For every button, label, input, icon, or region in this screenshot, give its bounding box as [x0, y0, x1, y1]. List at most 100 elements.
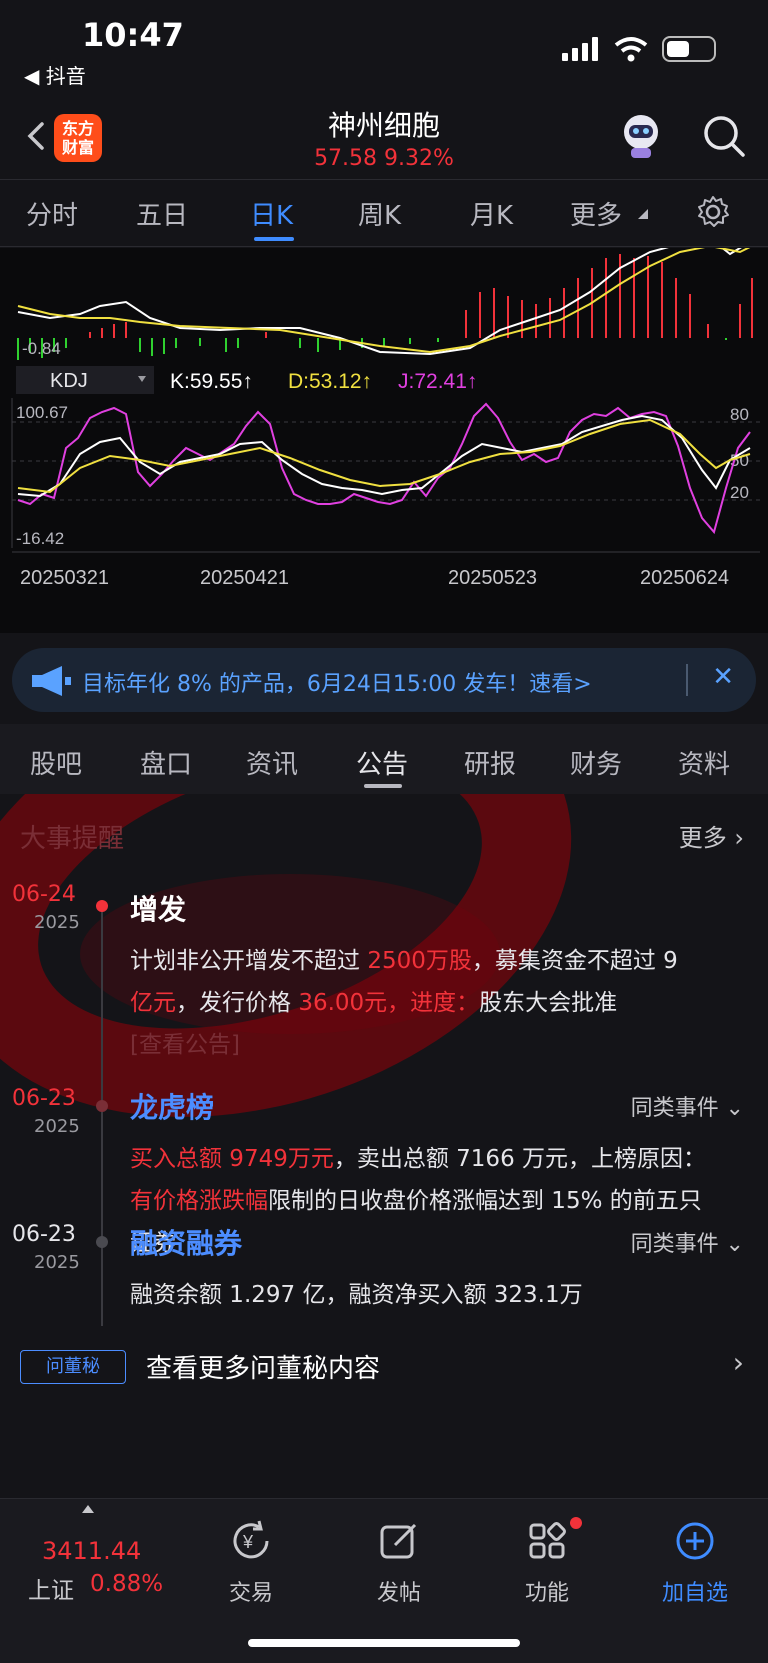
event-description: 融资余额 1.297 亿，融资净买入额 323.1万	[130, 1282, 583, 1308]
text-segment: ，募集资金不超过 9	[471, 948, 678, 974]
kdj-chart-svg: -0.84 KDJ K:59.55↑ D:53.12↑ J:72.41↑ 100…	[11, 236, 760, 589]
add-watchlist-button[interactable]: 加自选	[640, 1519, 750, 1607]
more-events-link[interactable]: 更多 ›	[679, 818, 744, 853]
tab-finance[interactable]: 财务	[570, 744, 622, 781]
banner-separator	[686, 664, 688, 696]
trade-button[interactable]: ¥ 交易	[196, 1519, 306, 1607]
functions-button[interactable]: 功能	[492, 1519, 602, 1607]
event-year: 2025	[34, 912, 80, 933]
notification-dot	[570, 1517, 582, 1529]
similar-events-link[interactable]: 同类事件 ⌄	[631, 1090, 744, 1122]
more-dropdown-icon	[638, 209, 648, 219]
event-year: 2025	[34, 1116, 80, 1137]
tab-monthly-k[interactable]: 月K	[470, 195, 513, 232]
date-label-1: 20250421	[200, 567, 289, 589]
edit-icon	[380, 1523, 417, 1559]
kline-tabs: 分时 五日 日K 周K 月K 更多	[0, 181, 768, 247]
post-label: 发帖	[376, 1581, 421, 1606]
tab-weekly-k[interactable]: 周K	[358, 195, 401, 232]
robot-assistant-icon[interactable]	[616, 110, 666, 160]
event-date: 06-24	[12, 882, 76, 907]
stock-header: 东方 财富 神州细胞 57.58 9.32%	[0, 100, 768, 180]
event-date: 06-23	[12, 1086, 76, 1111]
trade-label: 交易	[228, 1581, 273, 1606]
progress-value: 股东大会批准	[479, 990, 618, 1016]
index-value[interactable]: 3411.44	[42, 1537, 141, 1565]
highlight-buy: 买入总额 9749万元	[130, 1146, 334, 1172]
svg-text:¥: ¥	[242, 1532, 254, 1552]
status-bar: 10:47 ◀ 抖音	[0, 0, 768, 100]
tab-intraday[interactable]: 分时	[26, 195, 78, 232]
promo-banner[interactable]: 目标年化 8% 的产品，6月24日15:00 发车！速看> ✕	[12, 648, 756, 712]
similar-events-link[interactable]: 同类事件 ⌄	[631, 1226, 744, 1258]
up-arrow-icon	[82, 1505, 94, 1513]
tab-profile[interactable]: 资料	[678, 744, 730, 781]
kdj-d-value: D:53.12↑	[288, 370, 372, 393]
search-icon[interactable]	[700, 112, 748, 160]
level-20: 20	[730, 483, 749, 502]
timeline-dot	[96, 1236, 108, 1248]
date-label-2: 20250523	[448, 567, 537, 589]
event-description: 计划非公开增发不超过 2500万股，募集资金不超过 9 亿元，发行价格 36.0…	[130, 940, 740, 1066]
index-name[interactable]: 上证	[28, 1571, 74, 1605]
timeline-dot	[96, 900, 108, 912]
back-to-app-link[interactable]: ◀ 抖音	[24, 60, 86, 89]
tab-pankou[interactable]: 盘口	[140, 744, 192, 781]
text-segment: 限制的日收盘价格涨幅达到 15% 的前五只	[268, 1188, 702, 1214]
main-low-label: -0.84	[22, 339, 61, 358]
status-icons	[562, 36, 716, 62]
tab-research[interactable]: 研报	[464, 744, 516, 781]
section-active-indicator	[364, 784, 402, 788]
dongmi-badge: 问董秘	[20, 1350, 126, 1384]
text-segment: ，卖出总额 7166 万元，上榜原因：	[333, 1146, 707, 1172]
text-segment: ，发行价格	[176, 990, 299, 1016]
event-title: 融资融券	[130, 1227, 243, 1260]
tab-more[interactable]: 更多	[570, 195, 622, 232]
add-watchlist-label: 加自选	[661, 1581, 728, 1606]
add-circle-icon	[676, 1522, 714, 1560]
tab-guba[interactable]: 股吧	[30, 744, 82, 781]
banner-text[interactable]: 目标年化 8% 的产品，6月24日15:00 发车！速看>	[82, 666, 592, 698]
trade-icon: ¥	[233, 1520, 269, 1559]
highlight-reason: 有价格涨跌幅	[130, 1188, 268, 1214]
grid-icon	[529, 1522, 566, 1559]
highlight-shares: 2500万股	[367, 948, 472, 974]
tab-active-indicator	[254, 237, 294, 241]
section-tabs: 股吧 盘口 资讯 公告 研报 财务 资料	[0, 724, 768, 794]
kdj-k-value: K:59.55↑	[170, 370, 253, 393]
event-date: 06-23	[12, 1222, 76, 1247]
highlight-amount: 亿元	[130, 990, 176, 1016]
kdj-low-label: -16.42	[16, 529, 64, 548]
timeline-line	[101, 906, 103, 1326]
view-announcement-link[interactable]: [查看公告]	[130, 1032, 240, 1058]
post-button[interactable]: 发帖	[344, 1519, 454, 1607]
kdj-high-label: 100.67	[16, 403, 68, 422]
events-panel: 大事提醒 更多 › 06-24 2025 增发 计划非公开增发不超过 2500万…	[0, 794, 768, 1498]
wifi-icon	[614, 37, 648, 62]
text-segment: 计划非公开增发不超过	[130, 948, 368, 974]
tab-five-day[interactable]: 五日	[136, 195, 188, 232]
dongmi-link[interactable]: 查看更多问董秘内容	[146, 1348, 380, 1385]
event-year: 2025	[34, 1252, 80, 1273]
close-icon[interactable]: ✕	[712, 662, 734, 692]
cellular-signal-icon	[562, 37, 598, 61]
index-change[interactable]: 0.88%	[90, 1571, 163, 1597]
clock: 10:47	[82, 16, 184, 54]
event-title: 龙虎榜	[130, 1091, 215, 1124]
bottom-tab-bar: 3411.44 上证 0.88% ¥ 交易 发帖 功能 加自选	[0, 1498, 768, 1663]
tab-announcements[interactable]: 公告	[356, 744, 408, 781]
tab-daily-k[interactable]: 日K	[250, 195, 293, 232]
chevron-right-icon[interactable]: ›	[733, 1346, 744, 1379]
highlight-price: 36.00元	[298, 990, 388, 1016]
functions-label: 功能	[524, 1581, 569, 1606]
battery-icon	[662, 36, 716, 62]
megaphone-icon	[32, 666, 71, 696]
kdj-j-value: J:72.41↑	[398, 370, 477, 393]
date-label-0: 20250321	[20, 567, 109, 589]
level-80: 80	[730, 405, 749, 424]
events-title: 大事提醒	[20, 824, 125, 854]
timeline-dot	[96, 1100, 108, 1112]
kline-chart[interactable]: -0.84 KDJ K:59.55↑ D:53.12↑ J:72.41↑ 100…	[0, 236, 768, 633]
settings-gear-icon[interactable]	[696, 195, 730, 229]
tab-news[interactable]: 资讯	[246, 744, 298, 781]
